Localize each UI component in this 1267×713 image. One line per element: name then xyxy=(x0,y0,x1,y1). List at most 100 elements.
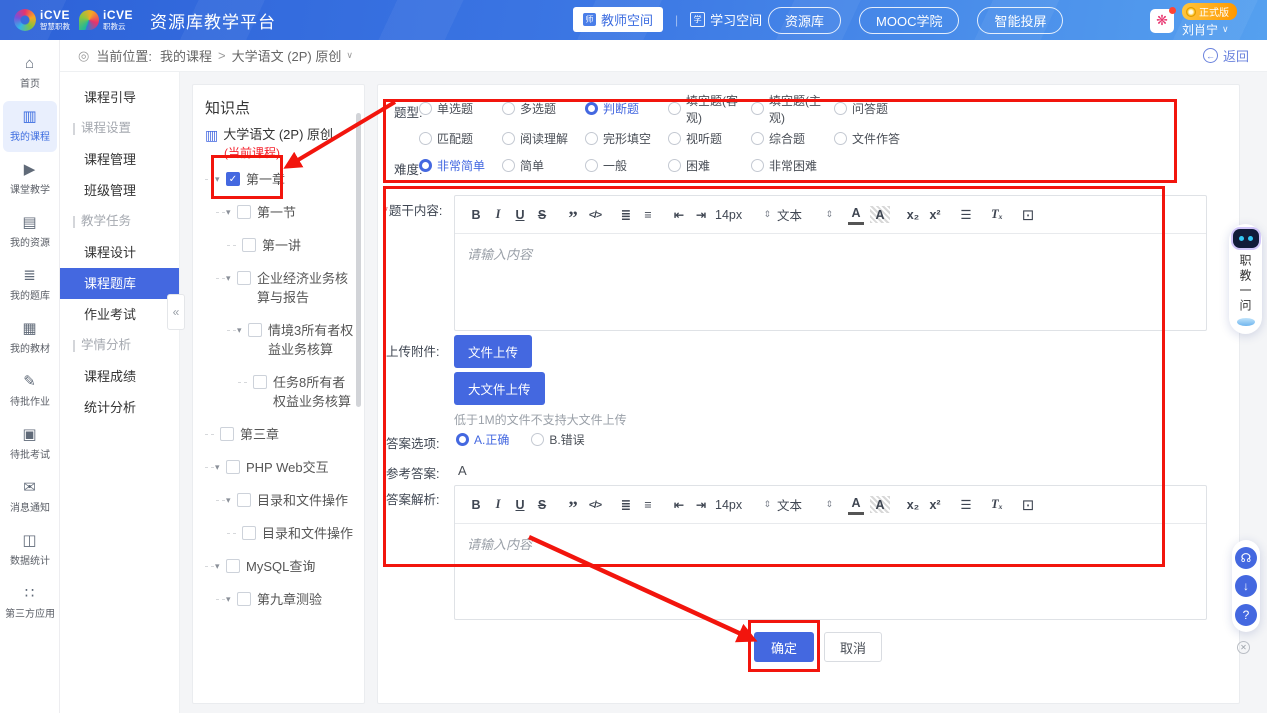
toolbar-font-size-select[interactable]: 14px⇕ xyxy=(715,498,771,512)
question-type-option[interactable]: 综合题 xyxy=(751,128,834,149)
rail-item-my-courses[interactable]: ▥我的课程 xyxy=(3,101,57,152)
stem-editor-input[interactable]: 请输入内容 xyxy=(455,234,1206,330)
difficulty-option[interactable]: 一般 xyxy=(585,155,668,176)
cancel-button[interactable]: 取消 xyxy=(824,632,882,662)
toolbar-font-size-select[interactable]: 14px⇕ xyxy=(715,208,771,222)
tree-checkbox[interactable] xyxy=(248,323,262,337)
tree-node[interactable]: ▾企业经济业务核算与报告 xyxy=(216,269,356,307)
tree-node[interactable]: ▾第九章测验 xyxy=(216,590,356,609)
tree-node[interactable]: 任务8所有者权益业务核算 xyxy=(238,373,356,411)
rail-item-data-statistics[interactable]: ◫数据统计 xyxy=(3,525,57,576)
toolbar-bold-button[interactable]: B xyxy=(468,494,484,516)
caret-down-icon[interactable]: ▾ xyxy=(215,557,226,575)
caret-down-icon[interactable]: ▾ xyxy=(226,590,237,608)
rail-item-home[interactable]: ⌂首页 xyxy=(3,48,57,99)
toolbar-indent-button[interactable]: ⇥ xyxy=(693,494,709,516)
menu-item-homework-exams[interactable]: 作业考试 xyxy=(60,299,179,330)
download-icon[interactable]: ↓ xyxy=(1235,575,1257,597)
toolbar-alignment-button[interactable]: ☰ xyxy=(958,494,974,516)
question-type-option[interactable]: 填空题(主观) xyxy=(751,98,834,119)
question-type-option[interactable]: 文件作答 xyxy=(834,128,917,149)
question-type-option[interactable]: 视听题 xyxy=(668,128,751,149)
help-icon[interactable]: ? xyxy=(1235,604,1257,626)
toolbar-italic-button[interactable]: I xyxy=(490,204,506,226)
question-type-option[interactable]: 填空题(客观) xyxy=(668,98,751,119)
menu-item-course-guide[interactable]: 课程引导 xyxy=(60,82,179,113)
tree-checkbox[interactable] xyxy=(226,559,240,573)
answer-option[interactable]: A.正确 xyxy=(456,429,509,450)
tree-checkbox[interactable] xyxy=(226,460,240,474)
customer-service-icon[interactable]: ☊ xyxy=(1235,547,1257,569)
toolbar-alignment-button[interactable]: ☰ xyxy=(958,204,974,226)
difficulty-option[interactable]: 非常简单 xyxy=(419,155,502,176)
header-pill-2[interactable]: 智能投屏 xyxy=(977,7,1063,34)
difficulty-option[interactable]: 困难 xyxy=(668,155,751,176)
toolbar-insert-image-button[interactable]: ⊡ xyxy=(1020,204,1036,226)
toolbar-superscript-button[interactable]: x² xyxy=(927,204,943,226)
rail-item-pending-homework[interactable]: ✎待批作业 xyxy=(3,366,57,417)
toolbar-superscript-button[interactable]: x² xyxy=(927,494,943,516)
difficulty-option[interactable]: 简单 xyxy=(502,155,585,176)
menu-item-class-management[interactable]: 班级管理 xyxy=(60,175,179,206)
toolbar-strikethrough-button[interactable]: S xyxy=(534,494,550,516)
tree-checkbox[interactable] xyxy=(242,526,256,540)
menu-item-course-management[interactable]: 课程管理 xyxy=(60,144,179,175)
header-pill-0[interactable]: 资源库 xyxy=(768,7,841,34)
difficulty-option[interactable]: 非常困难 xyxy=(751,155,834,176)
caret-down-icon[interactable]: ▾ xyxy=(226,491,237,509)
app-logo-icon[interactable]: ❋ xyxy=(1150,9,1174,33)
caret-down-icon[interactable]: ▾ xyxy=(226,203,237,221)
tree-node[interactable]: ▾PHP Web交互 xyxy=(205,458,356,477)
toolbar-text-style-select[interactable]: 文本⇕ xyxy=(777,205,833,224)
rail-item-my-question-bank[interactable]: ≣我的题库 xyxy=(3,260,57,311)
menu-item-course-question-bank[interactable]: 课程题库 xyxy=(60,268,179,299)
sidebar-collapse-button[interactable]: « xyxy=(167,294,185,330)
tree-node[interactable]: ▾目录和文件操作 xyxy=(216,491,356,510)
toolbar-bullet-list-button[interactable]: ≡ xyxy=(640,204,656,226)
nav-teacher-space[interactable]: 师 教师空间 xyxy=(573,7,663,32)
tree-checkbox[interactable] xyxy=(237,493,251,507)
caret-down-icon[interactable]: ▾ xyxy=(226,269,237,287)
toolbar-bold-button[interactable]: B xyxy=(468,204,484,226)
tree-checkbox[interactable] xyxy=(237,271,251,285)
question-type-option[interactable]: 多选题 xyxy=(502,98,585,119)
toolbar-underline-button[interactable]: U xyxy=(512,494,528,516)
question-type-option[interactable]: 问答题 xyxy=(834,98,917,119)
toolbar-ordered-list-button[interactable]: ≣ xyxy=(618,204,634,226)
tree-node[interactable]: ▾✓第一章 xyxy=(205,170,356,189)
tree-checkbox[interactable]: ✓ xyxy=(226,172,240,186)
tree-node[interactable]: ▾第一节 xyxy=(216,203,356,222)
tree-checkbox[interactable] xyxy=(237,205,251,219)
ai-assistant-widget[interactable]: 职教一问 xyxy=(1229,224,1262,334)
tree-checkbox[interactable] xyxy=(220,427,234,441)
file-upload-button[interactable]: 文件上传 xyxy=(454,335,532,368)
rail-item-notifications[interactable]: ✉消息通知 xyxy=(3,472,57,523)
tree-node[interactable]: 第三章 xyxy=(205,425,356,444)
big-file-upload-button[interactable]: 大文件上传 xyxy=(454,372,545,405)
header-pill-1[interactable]: MOOC学院 xyxy=(859,7,959,34)
tree-checkbox[interactable] xyxy=(237,592,251,606)
toolbar-font-color-button[interactable]: A xyxy=(848,495,864,515)
tree-node[interactable]: ▾MySQL查询 xyxy=(205,557,356,576)
toolbar-clear-format-button[interactable]: Tₓ xyxy=(989,204,1005,226)
caret-down-icon[interactable]: ▾ xyxy=(237,321,248,339)
toolbar-blockquote-button[interactable]: ” xyxy=(565,200,581,230)
toolbar-underline-button[interactable]: U xyxy=(512,204,528,226)
menu-item-statistical-analysis[interactable]: 统计分析 xyxy=(60,392,179,423)
tree-root-course[interactable]: ▥ 大学语文 (2P) 原创 xyxy=(205,126,356,144)
toolbar-bullet-list-button[interactable]: ≡ xyxy=(640,494,656,516)
rail-item-pending-exams[interactable]: ▣待批考试 xyxy=(3,419,57,470)
toolbar-subscript-button[interactable]: x₂ xyxy=(905,494,921,516)
toolbar-indent-button[interactable]: ⇥ xyxy=(693,204,709,226)
analysis-editor-input[interactable]: 请输入内容 xyxy=(455,524,1206,619)
toolbar-italic-button[interactable]: I xyxy=(490,494,506,516)
rail-item-my-textbooks[interactable]: ▦我的教材 xyxy=(3,313,57,364)
question-type-option[interactable]: 单选题 xyxy=(419,98,502,119)
toolbar-ordered-list-button[interactable]: ≣ xyxy=(618,494,634,516)
confirm-button[interactable]: 确定 xyxy=(754,632,814,662)
caret-down-icon[interactable]: ▾ xyxy=(215,170,226,188)
menu-item-course-design[interactable]: 课程设计 xyxy=(60,237,179,268)
question-type-option[interactable]: 匹配题 xyxy=(419,128,502,149)
breadcrumb-current-course[interactable]: 大学语文 (2P) 原创 xyxy=(232,46,342,65)
toolbar-text-style-select[interactable]: 文本⇕ xyxy=(777,495,833,514)
